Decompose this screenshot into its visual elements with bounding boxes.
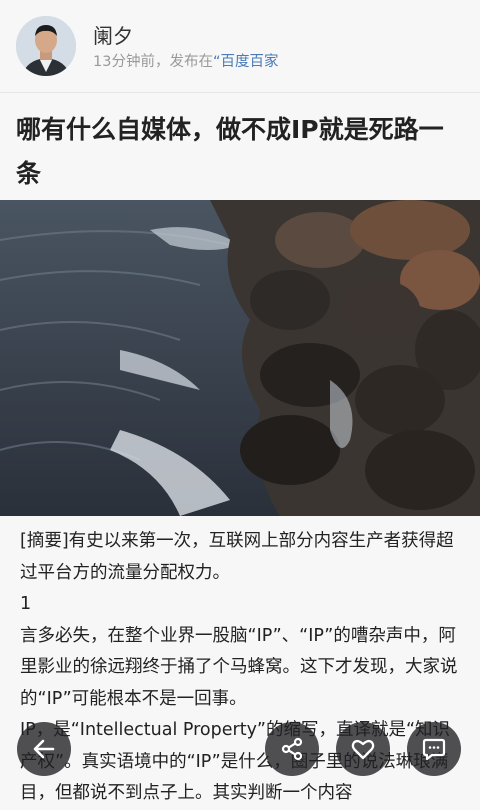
article-body: [摘要]有史以来第一次，互联网上部分内容生产者获得超过平台方的流量分配权力。 1… — [20, 526, 460, 810]
heart-icon — [351, 739, 375, 760]
published-prefix: ，发布在 — [154, 54, 213, 70]
post-time: 13分钟前 — [93, 54, 155, 70]
article-title: 哪有什么自媒体，做不成IP就是死路一条 — [16, 115, 444, 188]
share-icon — [281, 737, 303, 761]
body-paragraph: 言多必失，在整个业界一股脑“IP”、“IP”的嘈杂声中，阿里影业的徐远翔终于捅了… — [20, 625, 458, 709]
comment-icon — [422, 738, 446, 761]
post-meta: 13分钟前，发布在“百度百家 — [93, 50, 278, 71]
body-paragraph: IP，是“Intellectual Property”的缩写，直译就是“知识产权… — [20, 720, 451, 803]
like-button[interactable] — [336, 722, 390, 776]
author-name[interactable]: 阑夕 — [93, 20, 133, 49]
back-icon — [33, 739, 55, 759]
share-button[interactable] — [265, 722, 319, 776]
author-header: 阑夕 13分钟前，发布在“百度百家 — [0, 0, 480, 93]
source-link[interactable]: “百度百家 — [213, 54, 279, 70]
comment-button[interactable] — [407, 722, 461, 776]
section-number: 1 — [20, 594, 32, 614]
summary-paragraph: [摘要]有史以来第一次，互联网上部分内容生产者获得超过平台方的流量分配权力。 — [20, 531, 454, 583]
hero-image — [0, 200, 480, 516]
back-button[interactable] — [17, 722, 71, 776]
author-avatar[interactable] — [16, 16, 76, 76]
